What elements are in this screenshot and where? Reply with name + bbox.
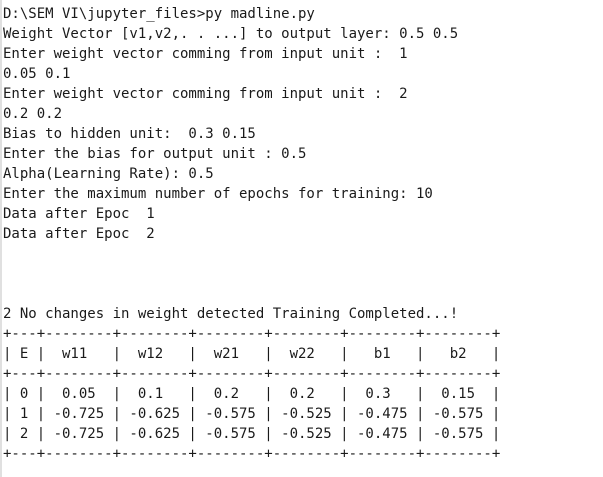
- output-line: Data after Epoc 2: [3, 226, 155, 242]
- output-line: Enter the maximum number of epochs for t…: [3, 186, 433, 202]
- output-line: Alpha(Learning Rate): 0.5: [3, 166, 214, 182]
- table-row: | 0 | 0.05 | 0.1 | 0.2 | 0.2 | 0.3 | 0.1…: [3, 386, 501, 402]
- output-line: Enter the bias for output unit : 0.5: [3, 146, 307, 162]
- table-row: | 2 | -0.725 | -0.625 | -0.575 | -0.525 …: [3, 426, 501, 442]
- output-line: 2 No changes in weight detected Training…: [3, 306, 459, 322]
- table-border: +---+--------+--------+--------+--------…: [3, 366, 501, 382]
- input-line: 0.05 0.1: [3, 66, 71, 82]
- table-row: | 1 | -0.725 | -0.625 | -0.575 | -0.525 …: [3, 406, 501, 422]
- window-left-border: [0, 0, 2, 477]
- table-border: +---+--------+--------+--------+--------…: [3, 446, 501, 462]
- command-line: D:\SEM VI\jupyter_files>py madline.py: [3, 6, 315, 22]
- console-window[interactable]: D:\SEM VI\jupyter_files>py madline.py Wei…: [0, 0, 603, 477]
- table-border: +---+--------+--------+--------+--------…: [3, 326, 501, 342]
- table-header-row: | E | w11 | w12 | w21 | w22 | b1 | b2 |: [3, 346, 501, 362]
- output-line: Bias to hidden unit: 0.3 0.15: [3, 126, 256, 142]
- input-line: 0.2 0.2: [3, 106, 63, 122]
- output-line: Data after Epoc 1: [3, 206, 155, 222]
- output-line: Weight Vector [v1,v2,. . ...] to output …: [3, 26, 459, 42]
- output-line: Enter weight vector comming from input u…: [3, 46, 408, 62]
- console-output: D:\SEM VI\jupyter_files>py madline.py Wei…: [3, 4, 500, 464]
- output-line: Enter weight vector comming from input u…: [3, 86, 408, 102]
